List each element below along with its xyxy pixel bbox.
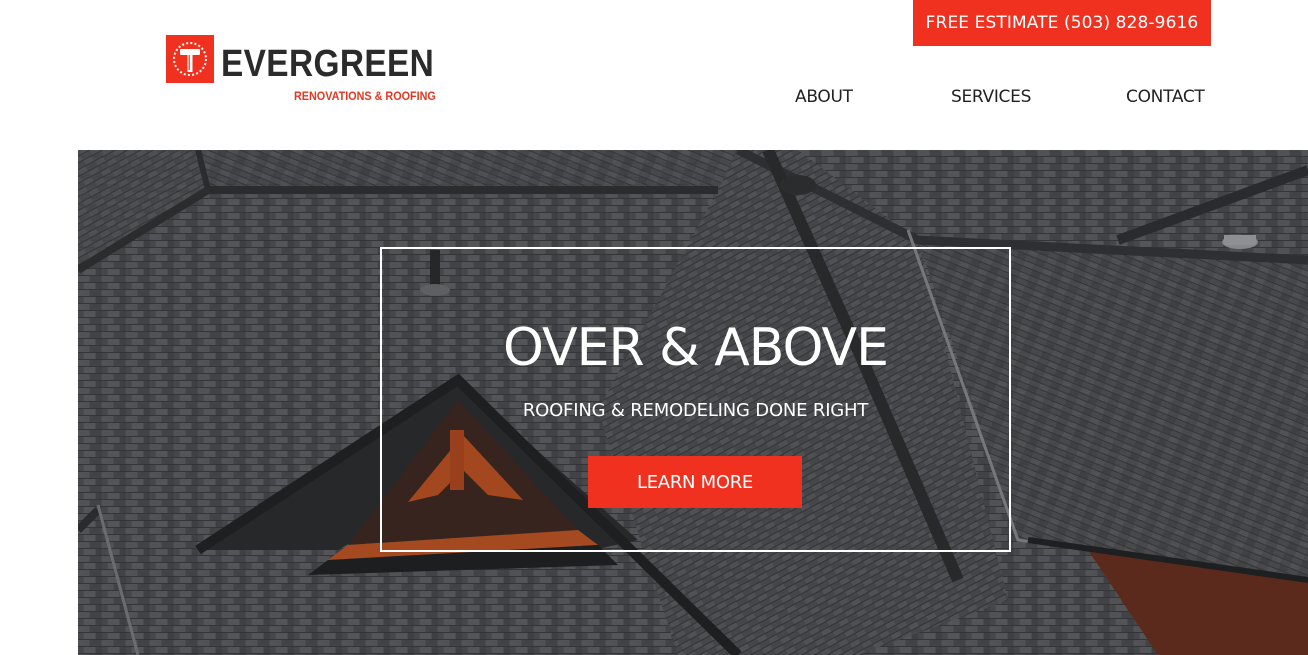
nav-contact[interactable]: CONTACT	[1126, 86, 1205, 108]
logo-wordmark: EVERGREEN	[221, 43, 435, 85]
nav-services[interactable]: SERVICES	[951, 86, 1031, 108]
learn-more-label: LEARN MORE	[637, 471, 753, 493]
hero-banner: OVER & ABOVE ROOFING & REMODELING DONE R…	[78, 150, 1308, 655]
hero-subtitle: ROOFING & REMODELING DONE RIGHT	[522, 400, 869, 421]
logo-tagline: RENOVATIONS & ROOFING	[294, 89, 436, 103]
learn-more-button[interactable]: LEARN MORE	[588, 456, 802, 508]
free-estimate-label: FREE ESTIMATE (503) 828-9616	[925, 13, 1199, 33]
free-estimate-button[interactable]: FREE ESTIMATE (503) 828-9616	[913, 0, 1211, 46]
nav-about[interactable]: ABOUT	[795, 86, 853, 108]
page: FREE ESTIMATE (503) 828-9616 EVERGREEN R…	[0, 0, 1308, 655]
hero-title: OVER & ABOVE	[503, 318, 889, 378]
hammer-icon	[166, 35, 214, 83]
site-logo[interactable]: EVERGREEN RENOVATIONS & ROOFING	[166, 35, 456, 107]
